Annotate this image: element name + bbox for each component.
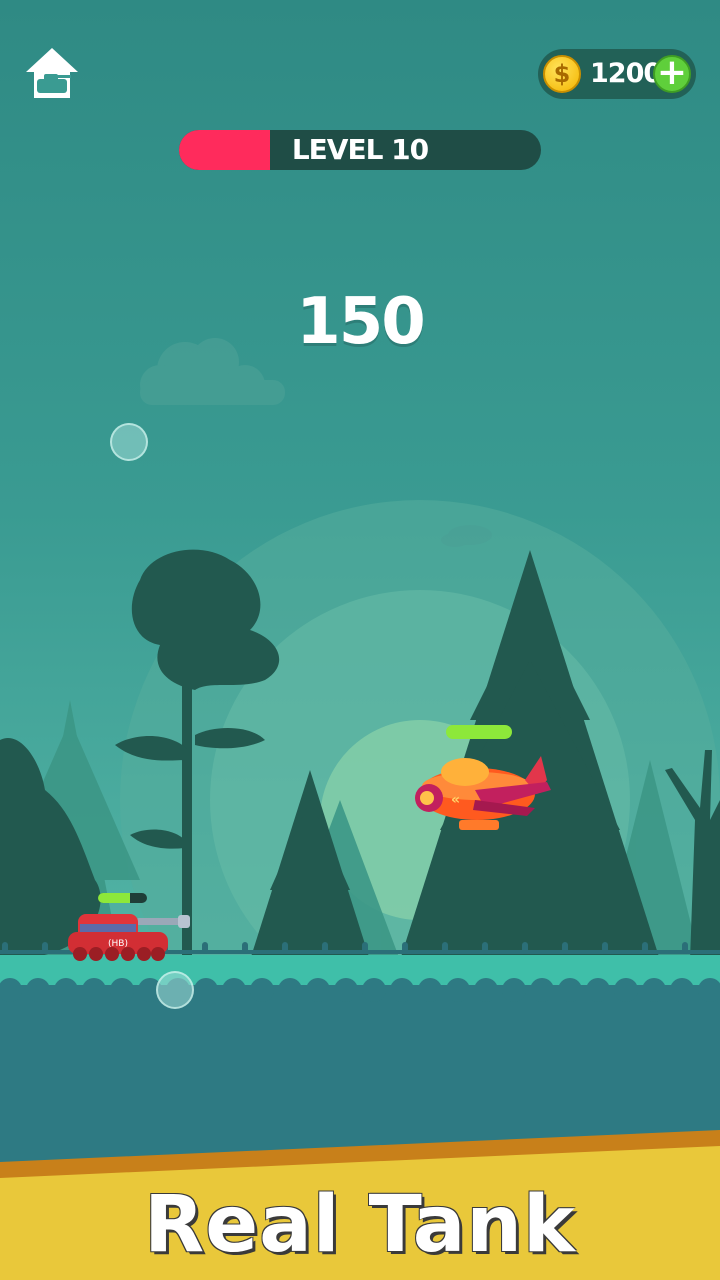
score-counter: 150 (296, 285, 426, 359)
home-tank-icon (26, 48, 78, 98)
coin-amount: 1200 (590, 58, 662, 89)
level-label: LEVEL 10 (291, 133, 429, 166)
home-button[interactable] (24, 46, 80, 102)
player-health-bar (98, 893, 147, 903)
background-scenery (0, 338, 720, 1280)
tank-badge: (HB) (108, 939, 128, 949)
player-tank[interactable]: (HB) (66, 910, 194, 966)
svg-text:«: « (451, 792, 460, 808)
enemy-plane[interactable]: « (415, 750, 555, 835)
game-title: Real Tank (144, 1180, 576, 1270)
floating-bubble (156, 971, 194, 1009)
floating-bubble (110, 423, 148, 461)
dollar-coin-icon: $ (543, 55, 581, 93)
level-progress-bar: LEVEL 10 (179, 130, 541, 170)
player-health-fill (98, 893, 130, 903)
game-scene[interactable]: $ 1200 + LEVEL 10 150 « (HB) Real Tank (0, 0, 720, 1280)
coin-balance-panel: $ 1200 + (538, 49, 696, 99)
add-coins-button[interactable]: + (653, 55, 691, 93)
enemy-health-bar (446, 725, 512, 739)
